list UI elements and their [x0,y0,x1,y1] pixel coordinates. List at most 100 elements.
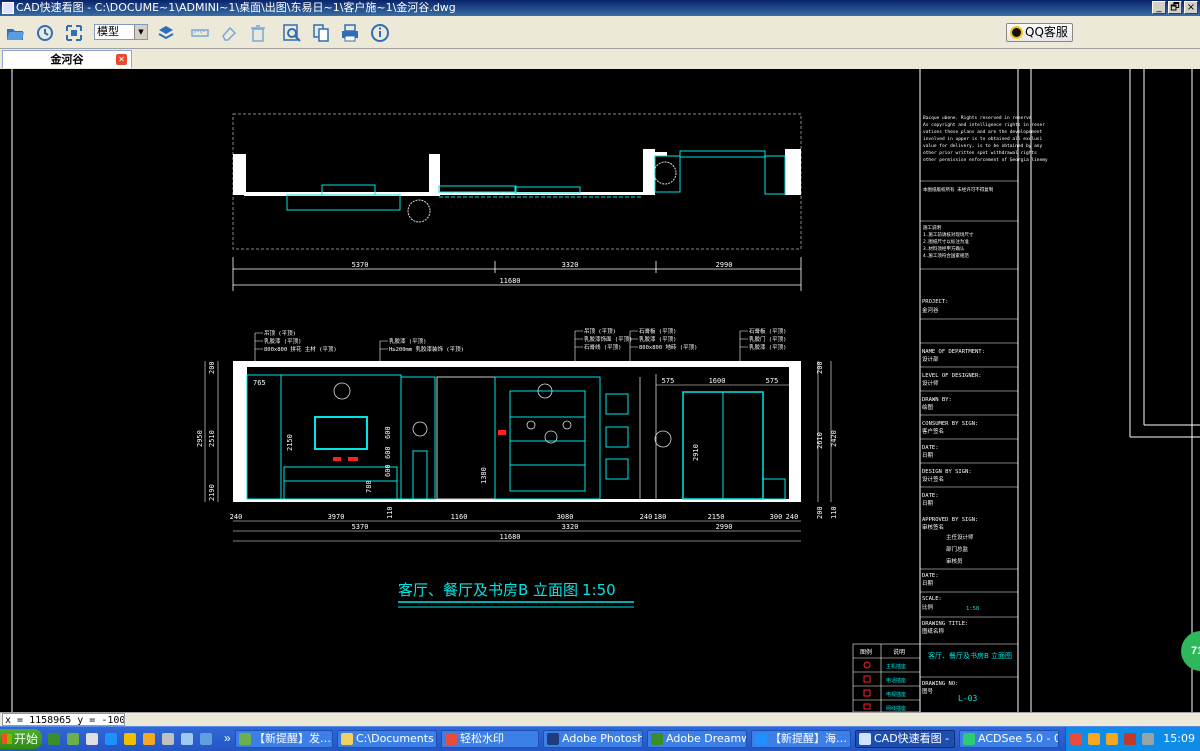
tb-english-5: value for delivery, is to be obtained by… [923,143,1042,149]
tb-req-2: 1.施工前请核对现场尺寸 [923,231,974,238]
quicklaunch-dw-icon[interactable] [48,733,60,745]
legend-item-1: 主机插座 [886,663,906,670]
elevation-title: 客厅、餐厅及书房B 立面图 [398,581,578,599]
tray-volume-icon[interactable] [1142,733,1154,745]
tb-drawn-value: 绘图 [922,403,934,411]
chevron-down-icon[interactable]: ▼ [134,25,147,39]
note-1-line-2: 乳胶漆 (平顶) [264,337,301,345]
tray-sogou-icon[interactable] [1070,733,1082,745]
task-acdsee[interactable]: ACDSee 5.0 - 00… [959,730,1059,748]
close-button[interactable]: × [1184,1,1198,14]
tb-approver-1: 主任设计师 [946,533,974,541]
task-watermark[interactable]: 轻松水印 [441,730,539,748]
tb-req-4: 3.材料须经甲方确认 [923,245,965,252]
cad-drawing-canvas[interactable]: 5370 3320 2990 11680 765 吊顶 (平顶) 乳胶漆 (平顶… [0,69,1200,712]
tray-qq2-icon[interactable] [1106,733,1118,745]
tb-english-7: other permission enforcement of Georgia … [923,157,1048,163]
start-button[interactable]: 开始 [0,729,42,749]
elev-dim-bottom2-2: 3320 [562,523,579,531]
task-reminder-2[interactable]: 【新提醒】海… [751,730,851,748]
tb-department-value: 设计部 [922,355,939,363]
task-photoshop[interactable]: Adobe Photoshop [543,730,643,748]
trash-icon[interactable] [248,23,268,43]
tray-qq-icon[interactable] [1088,733,1100,745]
tb-date-label-1: DATE: [922,445,939,451]
tb-approved-label: APPROVED BY SIGN: [922,517,978,523]
layers-icon[interactable] [156,23,176,43]
tb-english-4: involved in upper is to obtained all exc… [923,136,1042,142]
status-bar: x = 1158965 y = -100097 [0,712,1200,727]
layout-select[interactable]: 模型 ▼ [94,24,148,40]
tab-jinhegu[interactable]: 金河谷 ✕ [2,50,132,68]
measure-icon[interactable] [190,23,210,43]
start-label: 开始 [14,732,39,746]
tb-scale-value: 1:50 [966,606,979,612]
task-label: 【新提醒】海… [770,732,847,745]
elev-dim-right-4: 200 [816,506,824,519]
quicklaunch-desktop-icon[interactable] [181,733,193,745]
tb-design-label: DESIGN BY SIGN: [922,469,972,475]
task-dreamweaver[interactable]: Adobe Dreamwe… [647,730,747,748]
zoom-find-icon[interactable] [282,23,302,43]
window-title: CAD快速看图 - C:\DOCUME~1\ADMINI~1\桌面\出图\东易日… [16,1,456,14]
tb-level-label: LEVEL OF DESIGNER: [922,373,982,379]
tb-approved-value: 审核签名 [922,523,944,531]
qq-support-button[interactable]: QQ客服 [1006,23,1073,42]
taskbar-expand[interactable]: » [224,731,231,745]
tb-drawing-no: L-03 [958,694,977,703]
elev-dim-bottom2-total: 11680 [499,533,520,541]
elev-dim-right-2: 2610 [816,432,824,449]
legend-item-2: 电话插座 [886,677,906,684]
elev-dim-mid-1: 600 [384,426,392,439]
task-label: 轻松水印 [460,732,504,745]
note-3-line-3: 石膏线 (平顶) [584,343,621,351]
quicklaunch-pencil-icon[interactable] [124,733,136,745]
tb-scale-value-label: 比例 [922,603,934,611]
elev-dim-mid-6: 1380 [480,467,488,484]
task-label: Adobe Photoshop [562,732,642,745]
quicklaunch-browser-icon[interactable] [105,733,117,745]
quicklaunch-qq-icon[interactable] [143,733,155,745]
elev-dim-bottom-6: 180 [654,513,667,521]
elev-dim-bottom-7: 2150 [708,513,725,521]
elev-dim-right-5: 110 [830,506,838,519]
minimize-button[interactable]: _ [1152,1,1166,14]
tb-date-value-2: 日期 [922,500,934,507]
window-controls: _ 🗗 × [1152,1,1198,14]
task-cad-viewer[interactable]: CAD快速看图 - … [855,730,955,748]
info-icon[interactable] [370,23,390,43]
tb-consumer-label: CONSUMER BY SIGN: [922,421,978,427]
eraser-icon[interactable] [219,23,239,43]
quicklaunch-ie-icon[interactable] [67,733,79,745]
tb-department-label: NAME OF DEPARTMENT: [922,349,985,355]
quicklaunch-media-icon[interactable] [200,733,212,745]
restore-button[interactable]: 🗗 [1168,1,1182,14]
copy-icon[interactable] [311,23,331,43]
elev-dim-mid-3: 600 [384,464,392,477]
legend-header-symbol: 图例 [860,648,872,656]
task-explorer[interactable]: C:\Documents a… [337,730,437,748]
elev-dim-right-1: 200 [816,361,824,374]
elev-dim-bottom-8: 300 [770,513,783,521]
note-4-line-3: 800x800 地砖 (平顶) [639,343,697,351]
tb-consumer-value: 客户签名 [922,427,944,435]
tray-app-icon[interactable] [1124,733,1136,745]
plan-view: 5370 3320 2990 11680 [232,113,802,291]
tb-approver-3: 审核员 [946,557,963,565]
tb-english-3: vations these plans and are the develope… [923,129,1042,135]
elev-dim-bottom2-3: 2990 [716,523,733,531]
elev-dim-left-3: 2510 [208,430,216,447]
fit-screen-icon[interactable] [64,23,84,43]
note-1-line-3: 800x800 拼花 主材 (平顶) [264,345,337,353]
legend-item-3: 电视插座 [886,691,906,698]
close-tab-icon[interactable]: ✕ [116,54,127,65]
task-reminder-1[interactable]: 【新提醒】发… [235,730,333,748]
history-icon[interactable] [35,23,55,43]
print-icon[interactable] [340,23,360,43]
tb-english-1: Bacque ubene. Rights reserved in reserve [923,115,1032,121]
tb-drawing-title: 客厅、餐厅及书房B 立面图 [928,651,1012,660]
quicklaunch-doc-icon[interactable] [86,733,98,745]
open-folder-icon[interactable] [5,23,25,43]
tb-drawn-label: DRAWN BY: [922,397,952,403]
quicklaunch-app-icon[interactable] [162,733,174,745]
